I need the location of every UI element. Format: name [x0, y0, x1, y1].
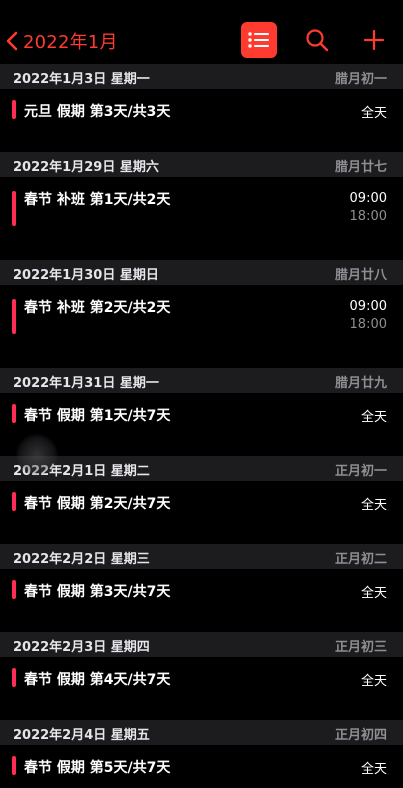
day-header: 2022年2月3日 星期四 正月初三: [0, 632, 403, 657]
event-start-time: 09:00: [349, 191, 387, 206]
event-title: 春节 补班 第1天/共2天: [24, 192, 171, 208]
section-spacer: [0, 132, 403, 152]
day-date: 2022年1月31日 星期一: [13, 376, 159, 391]
event-row[interactable]: 春节 假期 第4天/共7天 全天: [0, 657, 403, 700]
event-title: 元旦 假期 第3天/共3天: [24, 104, 171, 120]
day-section: 2022年2月2日 星期三 正月初二 春节 假期 第3天/共7天 全天: [0, 544, 403, 612]
event-start-time: 09:00: [349, 299, 387, 314]
add-event-button[interactable]: [360, 26, 388, 54]
event-color-bar: [12, 580, 16, 599]
event-title: 春节 假期 第1天/共7天: [24, 408, 171, 424]
event-end-time: 18:00: [349, 209, 387, 224]
event-row[interactable]: 春节 假期 第3天/共7天 全天: [0, 569, 403, 612]
event-title: 春节 假期 第4天/共7天: [24, 672, 171, 688]
back-button[interactable]: 2022年1月: [4, 24, 118, 58]
event-color-bar: [12, 299, 16, 334]
day-header: 2022年1月30日 星期日 腊月廿八: [0, 260, 403, 285]
event-title: 春节 假期 第3天/共7天: [24, 584, 171, 600]
day-section: 2022年1月30日 星期日 腊月廿八 春节 补班 第2天/共2天 09:00 …: [0, 260, 403, 348]
day-section: 2022年2月3日 星期四 正月初三 春节 假期 第4天/共7天 全天: [0, 632, 403, 700]
event-row[interactable]: 春节 补班 第1天/共2天 09:00 18:00: [0, 177, 403, 240]
day-section: 2022年1月31日 星期一 腊月廿九 春节 假期 第1天/共7天 全天: [0, 368, 403, 436]
event-title: 春节 补班 第2天/共2天: [24, 300, 171, 316]
event-row[interactable]: 春节 假期 第1天/共7天 全天: [0, 393, 403, 436]
event-all-day: 全天: [360, 762, 387, 777]
day-header: 2022年2月4日 星期五 正月初四: [0, 720, 403, 745]
event-row[interactable]: 元旦 假期 第3天/共3天 全天: [0, 89, 403, 132]
event-end-time: 18:00: [349, 317, 387, 332]
section-spacer: [0, 700, 403, 720]
event-list: 2022年1月3日 星期一 腊月初一 元旦 假期 第3天/共3天 全天 2022…: [0, 64, 403, 788]
event-title: 春节 假期 第5天/共7天: [24, 760, 171, 776]
event-title: 春节 假期 第2天/共7天: [24, 496, 171, 512]
day-date: 2022年2月4日 星期五: [13, 728, 150, 743]
day-date: 2022年1月3日 星期一: [13, 72, 150, 87]
event-row[interactable]: 春节 补班 第2天/共2天 09:00 18:00: [0, 285, 403, 348]
day-lunar-date: 正月初三: [334, 640, 387, 655]
search-button[interactable]: [303, 26, 331, 54]
navigation-bar: 2022年1月: [0, 0, 403, 64]
day-date: 2022年2月3日 星期四: [13, 640, 150, 655]
plus-icon: [363, 29, 385, 51]
day-section: 2022年2月4日 星期五 正月初四 春节 假期 第5天/共7天 全天: [0, 720, 403, 788]
event-all-day: 全天: [360, 498, 387, 513]
section-spacer: [0, 612, 403, 632]
event-color-bar: [12, 756, 16, 775]
day-section: 2022年1月3日 星期一 腊月初一 元旦 假期 第3天/共3天 全天: [0, 64, 403, 132]
list-view-button[interactable]: [241, 22, 277, 58]
day-section: 2022年1月29日 星期六 腊月廿七 春节 补班 第1天/共2天 09:00 …: [0, 152, 403, 240]
back-button-label: 2022年1月: [23, 32, 118, 53]
section-spacer: [0, 524, 403, 544]
search-icon: [306, 29, 329, 52]
event-color-bar: [12, 191, 16, 226]
day-lunar-date: 腊月廿八: [334, 268, 387, 283]
section-spacer: [0, 436, 403, 456]
chevron-left-icon: [6, 31, 18, 51]
section-spacer: [0, 240, 403, 260]
day-header: 2022年1月31日 星期一 腊月廿九: [0, 368, 403, 393]
day-lunar-date: 腊月廿七: [334, 160, 387, 175]
day-date: 2022年2月2日 星期三: [13, 552, 150, 567]
event-all-day: 全天: [360, 106, 387, 121]
day-lunar-date: 腊月廿九: [334, 376, 387, 391]
touch-indicator: [16, 434, 58, 476]
day-header: 2022年1月29日 星期六 腊月廿七: [0, 152, 403, 177]
event-row[interactable]: 春节 假期 第5天/共7天 全天: [0, 745, 403, 788]
event-color-bar: [12, 404, 16, 423]
event-color-bar: [12, 492, 16, 511]
day-header: 2022年1月3日 星期一 腊月初一: [0, 64, 403, 89]
day-date: 2022年1月29日 星期六: [13, 160, 159, 175]
event-color-bar: [12, 100, 16, 119]
day-lunar-date: 正月初二: [334, 552, 387, 567]
event-color-bar: [12, 668, 16, 687]
day-date: 2022年1月30日 星期日: [13, 268, 159, 283]
section-spacer: [0, 348, 403, 368]
day-lunar-date: 正月初一: [334, 464, 387, 479]
event-all-day: 全天: [360, 410, 387, 425]
day-lunar-date: 腊月初一: [334, 72, 387, 87]
event-row[interactable]: 春节 假期 第2天/共7天 全天: [0, 481, 403, 524]
event-all-day: 全天: [360, 674, 387, 689]
day-header: 2022年2月1日 星期二 正月初一: [0, 456, 403, 481]
day-lunar-date: 正月初四: [334, 728, 387, 743]
event-all-day: 全天: [360, 586, 387, 601]
day-section: 2022年2月1日 星期二 正月初一 春节 假期 第2天/共7天 全天: [0, 456, 403, 524]
list-icon: [248, 32, 269, 48]
day-header: 2022年2月2日 星期三 正月初二: [0, 544, 403, 569]
